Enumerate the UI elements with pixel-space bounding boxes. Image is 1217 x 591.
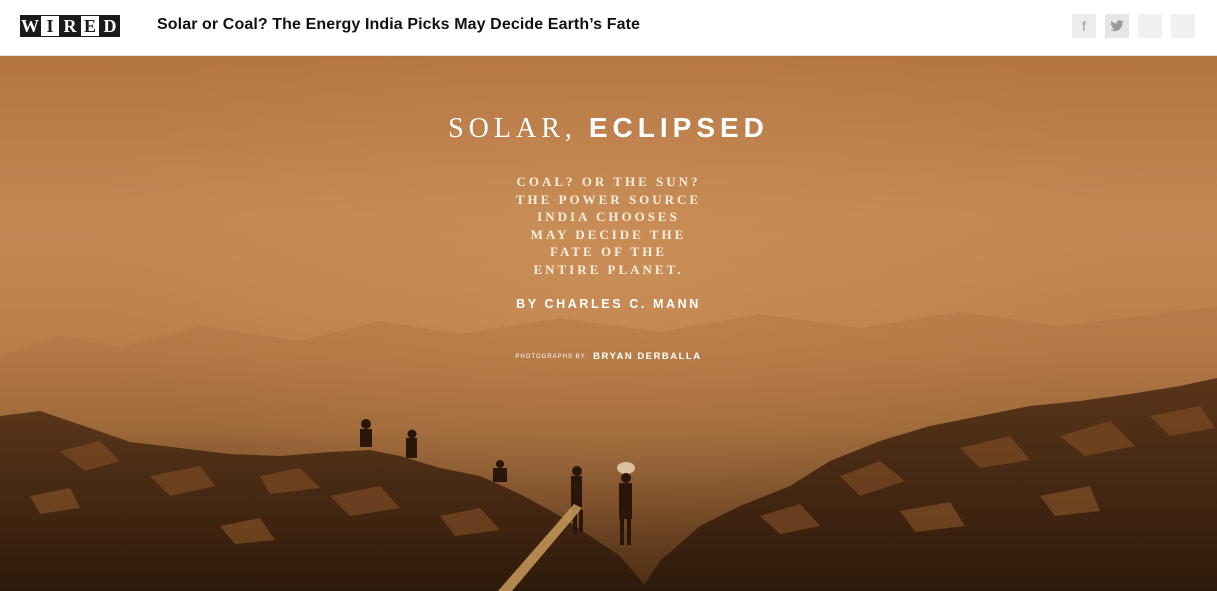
share-button[interactable]: [1171, 14, 1195, 38]
logo-letter: I: [40, 15, 60, 37]
wired-logo[interactable]: W I R E D: [20, 15, 120, 37]
photo-credit: PHOTOGRAPHS BY BRYAN DERBALLA: [0, 348, 1217, 366]
twitter-icon: [1110, 20, 1124, 32]
logo-letter: R: [60, 15, 80, 37]
logo-letter: E: [80, 15, 100, 37]
dek-line: COAL? OR THE SUN?: [516, 174, 701, 189]
dek-line: ENTIRE PLANET.: [533, 261, 684, 277]
logo-letter: D: [100, 15, 120, 37]
dek-line: FATE OF THE: [549, 244, 668, 260]
share-button[interactable]: [1138, 14, 1162, 38]
article-headline: Solar or Coal? The Energy India Picks Ma…: [157, 16, 640, 33]
facebook-icon: f: [1082, 18, 1086, 34]
dek-line: INDIA CHOOSES: [537, 209, 680, 225]
feature-title: SOLAR, ECLIPSED: [0, 112, 1217, 145]
top-bar: W I R E D Solar or Coal? The Energy Indi…: [0, 0, 1217, 56]
photographer-name: BRYAN DERBALLA: [593, 351, 702, 363]
twitter-share-button[interactable]: [1105, 14, 1129, 38]
social-share-bar: f: [1072, 14, 1195, 38]
logo-letter: W: [20, 15, 40, 37]
title-part-serif: SOLAR,: [448, 113, 589, 144]
article-dek: COAL? OR THE SUN? THE POWER SOURCE INDIA…: [0, 173, 1217, 279]
hero-photo: SOLAR, ECLIPSED COAL? OR THE SUN? THE PO…: [0, 56, 1217, 591]
facebook-share-button[interactable]: f: [1072, 14, 1096, 38]
dek-line: THE POWER SOURCE: [515, 191, 702, 207]
title-part-sans: ECLIPSED: [588, 112, 769, 143]
photo-credit-label: PHOTOGRAPHS BY: [515, 353, 586, 360]
author-byline: BY CHARLES C. MANN: [516, 297, 701, 311]
dek-line: MAY DECIDE THE: [530, 226, 687, 242]
